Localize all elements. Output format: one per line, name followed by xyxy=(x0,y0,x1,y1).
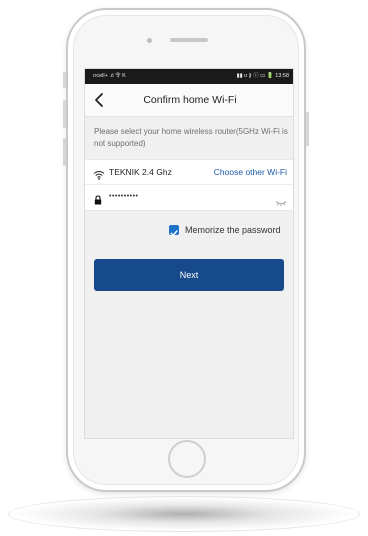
status-bar-right: ▮▮ ʊ ∦ ⓘ ▭ 🔋 13:58 xyxy=(236,73,289,79)
eye-closed-icon[interactable] xyxy=(275,194,287,207)
phone-screen: ırcell+ .ıl 令 K ▮▮ ʊ ∦ ⓘ ▭ 🔋 13:58 Confi… xyxy=(84,68,294,439)
memorize-checkbox[interactable] xyxy=(169,225,179,236)
phone-camera xyxy=(147,38,152,43)
nav-bar: Confirm home Wi-Fi xyxy=(85,84,293,117)
phone-side-button xyxy=(63,138,66,166)
password-row: •••••••••• xyxy=(85,185,293,211)
page-title: Confirm home Wi-Fi xyxy=(143,94,237,106)
phone-home-button[interactable] xyxy=(168,440,206,478)
wifi-icon xyxy=(93,167,105,180)
phone-side-button xyxy=(63,100,66,128)
lock-icon xyxy=(94,192,102,205)
next-button[interactable]: Next xyxy=(94,259,284,291)
password-input[interactable]: •••••••••• xyxy=(109,185,139,209)
wifi-ssid: TEKNIK 2.4 Ghz xyxy=(109,167,172,177)
chevron-left-icon[interactable] xyxy=(93,92,107,108)
phone-side-button xyxy=(306,112,309,146)
phone-shadow xyxy=(8,496,360,532)
instruction-text: Please select your home wireless router(… xyxy=(94,127,288,148)
choose-other-wifi-link[interactable]: Choose other Wi-Fi xyxy=(214,160,287,185)
memorize-label: Memorize the password xyxy=(185,225,281,235)
memorize-password-option[interactable]: Memorize the password xyxy=(85,221,293,239)
status-bar: ırcell+ .ıl 令 K ▮▮ ʊ ∦ ⓘ ▭ 🔋 13:58 xyxy=(85,69,293,84)
wifi-network-row[interactable]: TEKNIK 2.4 Ghz Choose other Wi-Fi xyxy=(85,159,293,185)
phone-speaker xyxy=(170,38,208,42)
phone-side-button xyxy=(63,72,66,88)
status-bar-left: ırcell+ .ıl 令 K xyxy=(93,73,126,79)
check-icon xyxy=(170,230,178,236)
